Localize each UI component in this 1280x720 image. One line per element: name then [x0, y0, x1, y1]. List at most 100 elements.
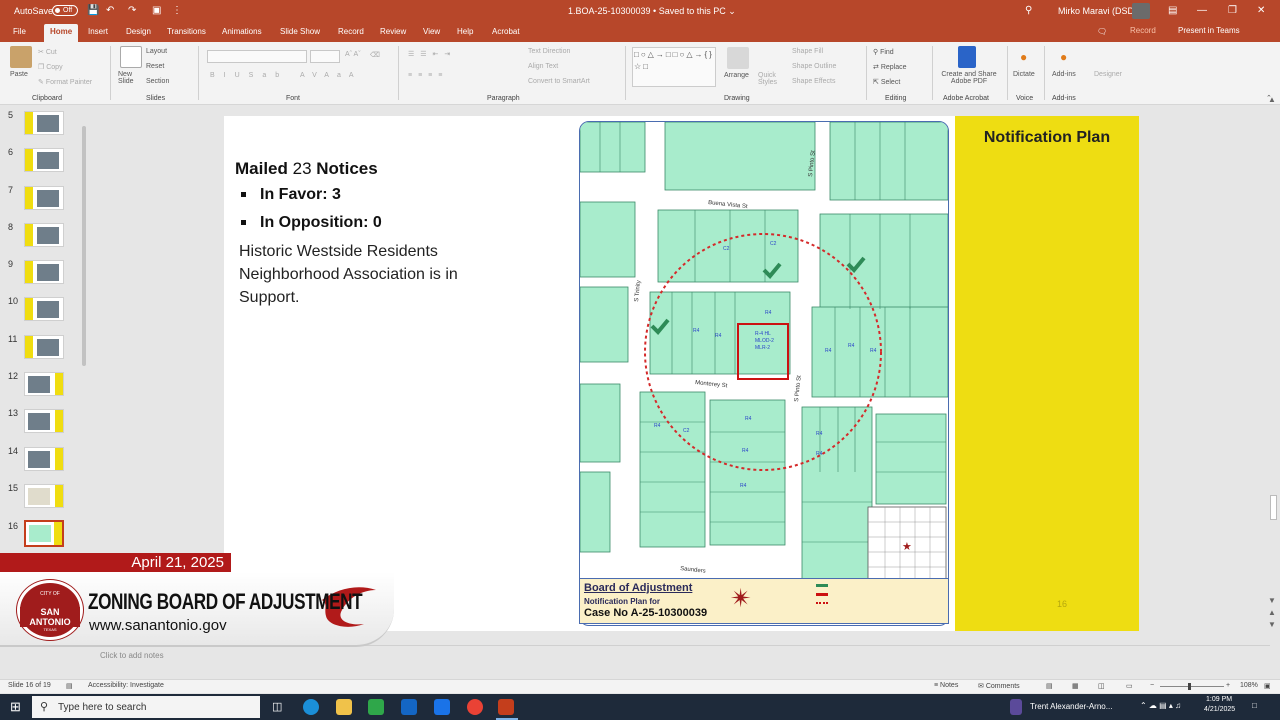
windows-start-icon[interactable]: ⊞	[10, 699, 21, 715]
zoom-slider-thumb[interactable]	[1188, 683, 1191, 690]
tab-animations[interactable]: Animations	[222, 27, 262, 36]
reading-view-icon[interactable]: ◫	[1098, 682, 1105, 690]
undo-icon[interactable]: ↶	[106, 5, 114, 16]
paste-icon[interactable]	[10, 46, 32, 68]
slide-thumbnail[interactable]	[24, 148, 64, 172]
slide-thumbnail[interactable]	[24, 297, 64, 321]
notes-placeholder[interactable]: Click to add notes	[100, 651, 164, 660]
tab-acrobat[interactable]: Acrobat	[492, 27, 520, 36]
zoom-slider[interactable]	[1160, 686, 1224, 687]
tab-home[interactable]: Home	[44, 24, 79, 42]
task-view-icon[interactable]: ◫	[272, 700, 282, 713]
create-share-pdf-button[interactable]: Create and Share Adobe PDF	[938, 71, 1000, 85]
tab-insert[interactable]: Insert	[88, 27, 108, 36]
tab-review[interactable]: Review	[380, 27, 406, 36]
layout-button[interactable]: Layout	[146, 48, 167, 55]
font-size-box[interactable]	[310, 50, 340, 63]
tab-help[interactable]: Help	[457, 27, 473, 36]
slide-thumbnail[interactable]	[24, 372, 64, 396]
quick-styles-button[interactable]: Quick Styles	[758, 72, 784, 86]
font-style-buttons[interactable]: BIUSab	[210, 72, 288, 79]
clear-formatting-icon[interactable]: ⌫	[370, 51, 380, 59]
outlook-icon[interactable]	[401, 699, 417, 715]
font-size-buttons[interactable]: Aˆ Aˇ	[345, 51, 361, 58]
comments-icon[interactable]: 🗨	[1097, 27, 1107, 36]
normal-view-icon[interactable]: ▤	[1046, 682, 1053, 690]
user-name[interactable]: Mirko Maravi (DSD)	[1058, 6, 1137, 16]
cut-button[interactable]: ✂ Cut	[38, 48, 57, 56]
new-slide-button[interactable]: New Slide	[118, 71, 144, 85]
font-color-buttons[interactable]: AVAaA	[300, 72, 362, 79]
close-icon[interactable]: ✕	[1257, 5, 1265, 16]
file-explorer-icon[interactable]	[336, 699, 352, 715]
slide-scroll-thumb[interactable]	[1270, 495, 1277, 520]
add-ins-icon[interactable]: ●	[1060, 50, 1067, 64]
document-title[interactable]: 1.BOA-25-10300039 • Saved to this PC ⌄	[568, 6, 736, 17]
powerpoint-icon[interactable]	[498, 699, 514, 715]
scroll-down-icon[interactable]: ▼	[1268, 596, 1276, 605]
teams-user[interactable]: Trent Alexander-Arno...	[1030, 702, 1112, 711]
chrome-icon[interactable]	[467, 699, 483, 715]
mail-icon[interactable]	[434, 699, 450, 715]
tab-file[interactable]: File	[13, 27, 26, 36]
notes-pane[interactable]: Click to add notes	[90, 645, 1270, 663]
select-button[interactable]: ⇱ Select	[873, 78, 900, 86]
shape-effects-button[interactable]: Shape Effects	[792, 78, 835, 85]
slide-thumbnail[interactable]	[24, 484, 64, 508]
record-button[interactable]: Record	[1130, 26, 1156, 35]
slide-thumbnail[interactable]	[24, 409, 64, 433]
add-ins-button[interactable]: Add-ins	[1052, 71, 1076, 78]
search-icon[interactable]: ⚲	[1025, 5, 1032, 16]
zoom-level[interactable]: 108%	[1240, 682, 1258, 689]
save-icon[interactable]: 💾	[87, 5, 99, 16]
fit-to-window-icon[interactable]: ▣	[1264, 682, 1271, 690]
slide-thumbnail[interactable]	[24, 111, 64, 135]
dictate-button[interactable]: Dictate	[1013, 71, 1035, 78]
slide-thumbnail-selected[interactable]	[24, 520, 64, 547]
thumbnail-scrollbar[interactable]	[80, 106, 88, 546]
redo-icon[interactable]: ↷	[128, 5, 136, 16]
paste-button[interactable]: Paste	[10, 71, 28, 78]
designer-button[interactable]: Designer	[1094, 71, 1122, 78]
notes-button[interactable]: ≡ Notes	[934, 682, 958, 689]
avatar[interactable]	[1132, 3, 1150, 19]
taskbar-search[interactable]: ⚲ Type here to search	[32, 696, 260, 718]
shape-fill-button[interactable]: Shape Fill	[792, 48, 823, 55]
list-buttons[interactable]: ☰☰⇤⇥	[408, 50, 456, 58]
find-button[interactable]: ⚲ Find	[873, 48, 894, 56]
tab-design[interactable]: Design	[126, 27, 151, 36]
replace-button[interactable]: ⇄ Replace	[873, 63, 907, 71]
slide-thumbnail[interactable]	[24, 335, 64, 359]
autosave-toggle[interactable]: Off	[52, 5, 78, 16]
shapes-gallery[interactable]: □○△→□□○△→{}☆□	[632, 47, 716, 87]
slide-thumbnail[interactable]	[24, 223, 64, 247]
comments-button[interactable]: ✉ Comments	[978, 682, 1020, 690]
system-tray-icons[interactable]: ⌃ ☁ ▤ ▴ ♫	[1140, 701, 1181, 710]
arrange-button[interactable]: Arrange	[724, 72, 749, 79]
start-from-beginning-icon[interactable]: ▣	[152, 5, 161, 16]
accessibility-status[interactable]: Accessibility: Investigate	[88, 682, 164, 689]
shape-outline-button[interactable]: Shape Outline	[792, 63, 836, 70]
scroll-thumb[interactable]	[82, 126, 86, 366]
zoom-out-icon[interactable]: −	[1150, 682, 1154, 689]
slide-thumbnail[interactable]	[24, 186, 64, 210]
tab-record[interactable]: Record	[338, 27, 364, 36]
slide-thumbnail[interactable]	[24, 260, 64, 284]
adobe-pdf-icon[interactable]	[958, 46, 976, 68]
smartart-button[interactable]: Convert to SmartArt	[528, 78, 590, 85]
teams-icon[interactable]	[1010, 699, 1022, 715]
zoom-in-icon[interactable]: +	[1226, 682, 1230, 689]
slideshow-icon[interactable]: ▭	[1126, 682, 1133, 690]
copy-button[interactable]: ❐ Copy	[38, 63, 63, 71]
slide-thumbnail[interactable]	[24, 447, 64, 471]
ribbon-display-icon[interactable]: ▤	[1168, 5, 1177, 16]
next-slide-icon[interactable]: ▼	[1268, 620, 1276, 629]
align-buttons[interactable]: ≡≡≡≡	[408, 72, 448, 79]
store-icon[interactable]	[368, 699, 384, 715]
format-painter-button[interactable]: ✎ Format Painter	[38, 78, 92, 86]
reset-button[interactable]: Reset	[146, 63, 164, 70]
notifications-icon[interactable]: □	[1252, 701, 1257, 710]
previous-slide-icon[interactable]: ▲	[1268, 608, 1276, 617]
section-button[interactable]: Section	[146, 78, 169, 85]
edge-icon[interactable]	[303, 699, 319, 715]
